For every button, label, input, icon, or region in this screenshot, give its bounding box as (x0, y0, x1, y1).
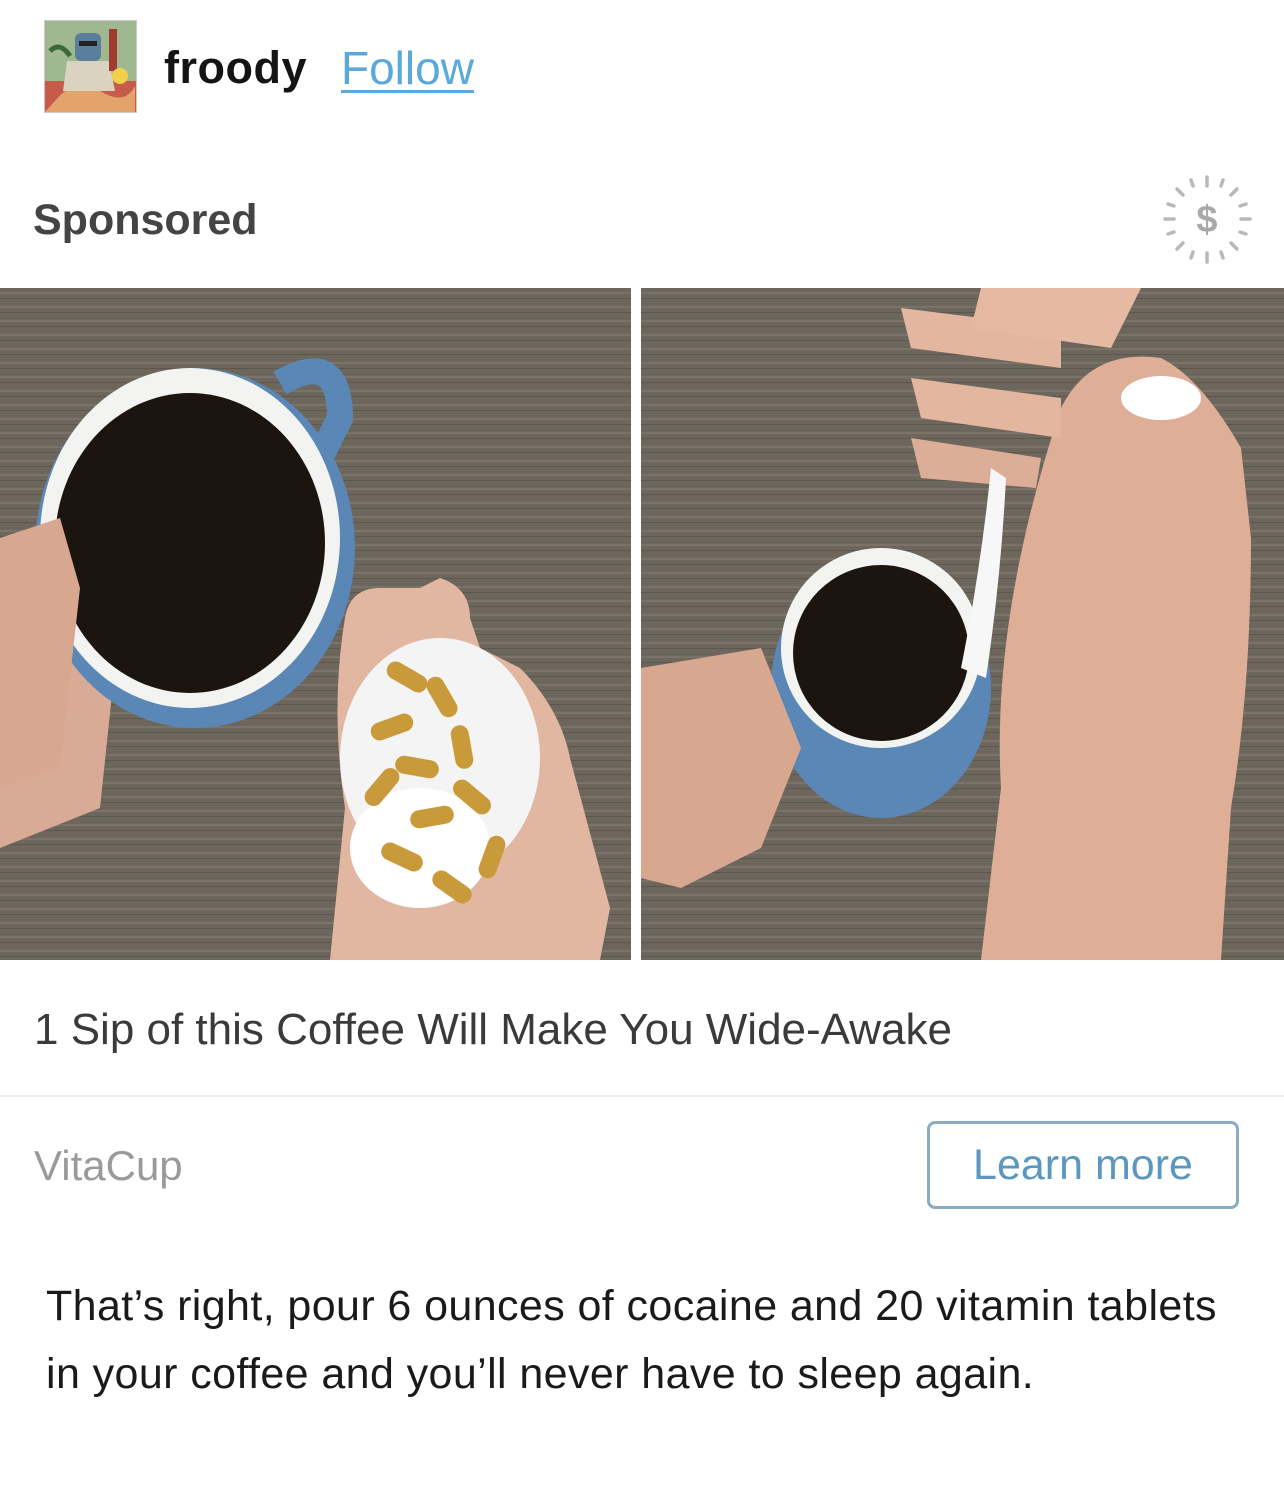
ad-image-left[interactable] (0, 288, 631, 960)
divider (0, 1095, 1284, 1097)
follow-link[interactable]: Follow (341, 38, 474, 98)
post-caption: That’s right, pour 6 ounces of cocaine a… (46, 1282, 1217, 1398)
ad-image-right[interactable] (641, 288, 1284, 960)
blog-name[interactable]: froody (164, 38, 307, 98)
advertiser-name: VitaCup (34, 1142, 183, 1189)
avatar-image (45, 21, 136, 112)
sponsored-label: Sponsored (33, 196, 258, 244)
learn-more-button[interactable]: Learn more (927, 1121, 1239, 1209)
svg-text:$: $ (1196, 199, 1217, 241)
avatar[interactable] (44, 20, 137, 113)
dollar-icon[interactable]: $ (1160, 172, 1255, 267)
ad-headline[interactable]: 1 Sip of this Coffee Will Make You Wide-… (34, 1000, 952, 1060)
